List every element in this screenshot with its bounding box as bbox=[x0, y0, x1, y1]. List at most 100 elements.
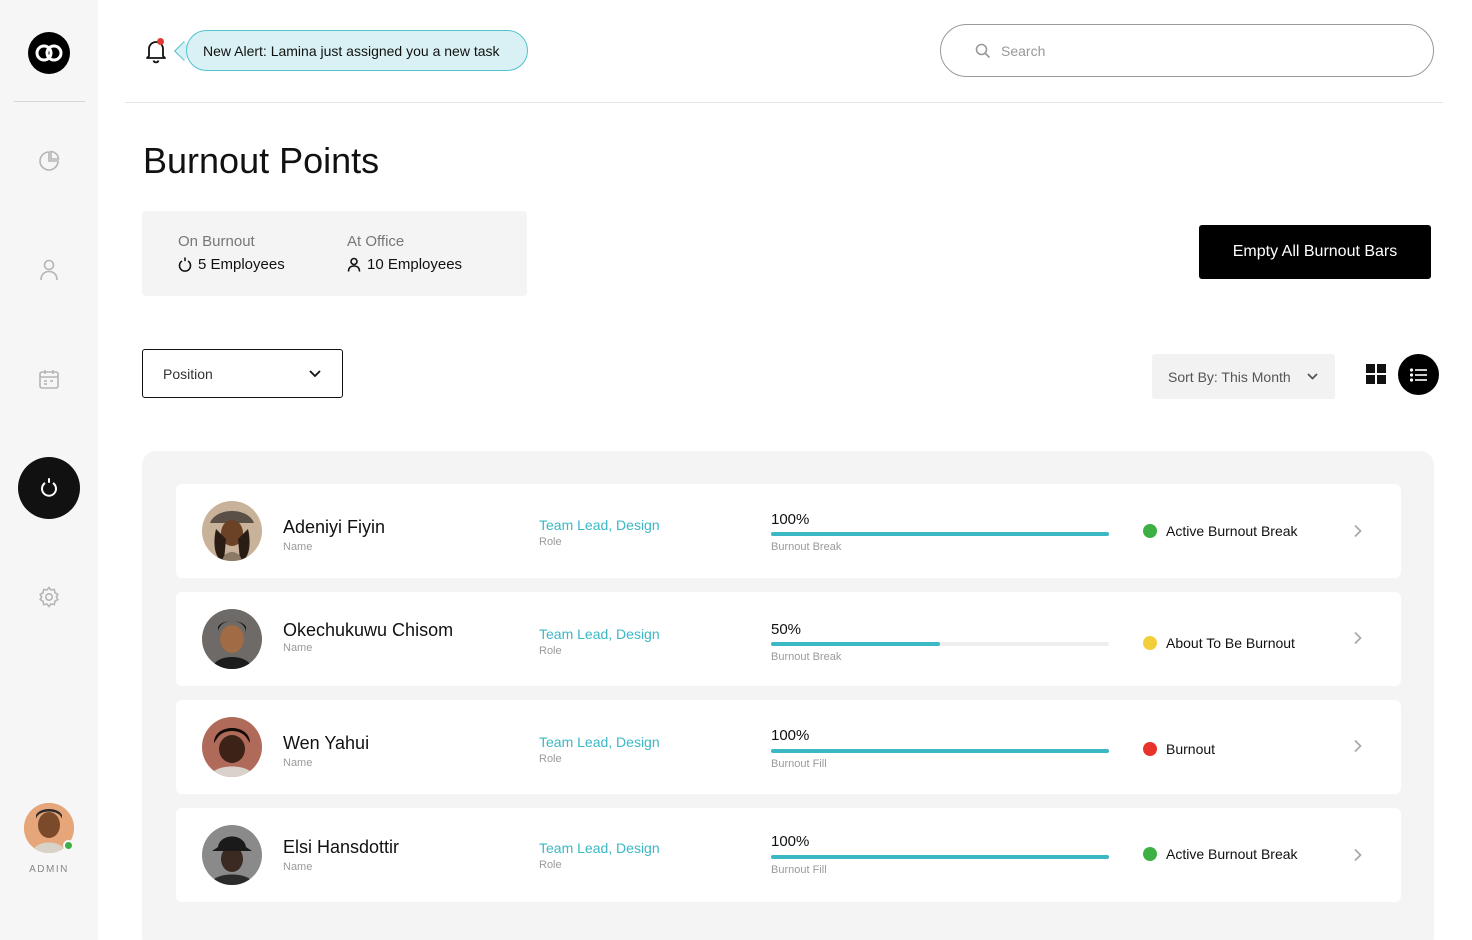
empty-all-burnout-bars-button[interactable]: Empty All Burnout Bars bbox=[1199, 225, 1431, 279]
stats-card: On Burnout 5 Employees At Office 10 Empl… bbox=[142, 211, 527, 296]
chevron-right-icon[interactable] bbox=[1351, 524, 1365, 538]
status-dot bbox=[1143, 636, 1157, 650]
stat-at-office-value-row: 10 Employees bbox=[347, 256, 462, 273]
analytics-icon bbox=[39, 150, 60, 171]
employee-role: Team Lead, Design bbox=[539, 517, 660, 533]
employee-status: Active Burnout Break bbox=[1143, 846, 1298, 862]
stat-on-burnout: On Burnout 5 Employees bbox=[178, 233, 285, 273]
employee-status: Burnout bbox=[1143, 741, 1215, 757]
employee-name: Elsi Hansdottir bbox=[283, 837, 400, 857]
stat-on-burnout-label: On Burnout bbox=[178, 233, 255, 250]
stat-on-burnout-value: 5 Employees bbox=[198, 256, 285, 273]
burnout-percent: 100% bbox=[771, 833, 810, 850]
employee-row[interactable]: Okechukuwu Chisom Name Team Lead, Design… bbox=[176, 592, 1401, 686]
employee-role: Team Lead, Design bbox=[539, 626, 660, 642]
list-view-icon bbox=[1409, 367, 1427, 382]
employee-role-caption: Role bbox=[539, 753, 562, 765]
alert-text: New Alert: Lamina just assigned you a ne… bbox=[203, 42, 500, 59]
stat-at-office: At Office 10 Employees bbox=[347, 233, 462, 273]
sidebar-item-burnout[interactable] bbox=[18, 457, 80, 519]
employee-photo bbox=[202, 825, 262, 885]
user-icon bbox=[347, 257, 361, 272]
burnout-percent: 100% bbox=[771, 511, 810, 528]
employee-name-caption: Name bbox=[283, 642, 313, 654]
employee-status: Active Burnout Break bbox=[1143, 523, 1298, 539]
chevron-right-icon[interactable] bbox=[1351, 848, 1365, 862]
sidebar-item-analytics[interactable] bbox=[18, 130, 80, 192]
sidebar: ADMIN bbox=[0, 0, 98, 940]
burnout-icon bbox=[178, 257, 192, 272]
chevron-right-icon[interactable] bbox=[1351, 739, 1365, 753]
burnout-icon bbox=[41, 478, 57, 497]
employee-avatar bbox=[202, 717, 262, 777]
stat-at-office-label: At Office bbox=[347, 233, 405, 250]
employee-photo bbox=[202, 609, 262, 669]
stat-at-office-value: 10 Employees bbox=[367, 256, 463, 273]
employee-avatar bbox=[202, 501, 262, 561]
chevron-down-icon bbox=[309, 370, 321, 378]
employee-role-caption: Role bbox=[539, 536, 562, 548]
chevron-down-icon bbox=[1307, 373, 1318, 380]
burnout-bar-caption: Burnout Break bbox=[771, 541, 842, 553]
sidebar-item-calendar[interactable] bbox=[18, 348, 80, 410]
sort-dropdown[interactable]: Sort By: This Month bbox=[1152, 354, 1335, 399]
burnout-bar-fill bbox=[771, 855, 1109, 859]
notification-badge bbox=[157, 38, 164, 45]
employee-photo bbox=[202, 501, 262, 561]
employee-avatar bbox=[202, 825, 262, 885]
employee-role: Team Lead, Design bbox=[539, 734, 660, 750]
employee-status: About To Be Burnout bbox=[1143, 635, 1295, 651]
position-dropdown[interactable]: Position bbox=[142, 349, 343, 398]
status-dot bbox=[1143, 524, 1157, 538]
search-input[interactable] bbox=[1001, 42, 1401, 59]
stat-on-burnout-value-row: 5 Employees bbox=[178, 256, 285, 273]
app-logo[interactable] bbox=[28, 32, 70, 74]
employee-role-caption: Role bbox=[539, 859, 562, 871]
online-status-dot bbox=[63, 840, 74, 851]
search-bar[interactable] bbox=[940, 24, 1434, 77]
employee-name: Okechukuwu Chisom bbox=[283, 620, 454, 640]
employee-photo bbox=[202, 717, 262, 777]
status-label: Active Burnout Break bbox=[1166, 846, 1298, 862]
burnout-bar-caption: Burnout Break bbox=[771, 651, 842, 663]
employee-list-panel: Adeniyi Fiyin Name Team Lead, Design Rol… bbox=[142, 451, 1434, 940]
page-title: Burnout Points bbox=[143, 140, 380, 181]
settings-icon bbox=[39, 586, 59, 608]
burnout-percent: 100% bbox=[771, 727, 810, 744]
admin-avatar[interactable] bbox=[24, 803, 74, 853]
burnout-bar bbox=[771, 642, 1109, 646]
user-icon bbox=[40, 259, 58, 281]
burnout-bar-fill bbox=[771, 532, 1109, 536]
employee-row[interactable]: Elsi Hansdottir Name Team Lead, Design R… bbox=[176, 808, 1401, 902]
burnout-bar-fill bbox=[771, 749, 1109, 753]
burnout-bar-caption: Burnout Fill bbox=[771, 864, 827, 876]
employee-name: Wen Yahui bbox=[283, 733, 370, 753]
burnout-percent: 50% bbox=[771, 621, 802, 638]
employee-role: Team Lead, Design bbox=[539, 840, 660, 856]
status-dot bbox=[1143, 742, 1157, 756]
header-divider bbox=[125, 102, 1443, 103]
position-dropdown-label: Position bbox=[163, 365, 213, 382]
sidebar-item-users[interactable] bbox=[18, 239, 80, 301]
status-label: Burnout bbox=[1166, 741, 1216, 757]
grid-view-icon[interactable] bbox=[1365, 363, 1387, 385]
sidebar-item-settings[interactable] bbox=[18, 566, 80, 628]
employee-name: Adeniyi Fiyin bbox=[283, 517, 386, 537]
burnout-bar bbox=[771, 855, 1109, 859]
employee-row[interactable]: Adeniyi Fiyin Name Team Lead, Design Rol… bbox=[176, 484, 1401, 578]
employee-name-caption: Name bbox=[283, 541, 313, 553]
burnout-bar bbox=[771, 749, 1109, 753]
employee-row[interactable]: Wen Yahui Name Team Lead, Design Role 10… bbox=[176, 700, 1401, 794]
status-dot bbox=[1143, 847, 1157, 861]
notification-bell-icon[interactable] bbox=[143, 38, 169, 64]
alert-bubble[interactable]: New Alert: Lamina just assigned you a ne… bbox=[186, 30, 528, 71]
sidebar-divider bbox=[14, 101, 85, 102]
calendar-icon bbox=[39, 370, 59, 389]
burnout-bar-caption: Burnout Fill bbox=[771, 758, 827, 770]
employee-name-caption: Name bbox=[283, 861, 313, 873]
logo-icon bbox=[35, 44, 63, 62]
chevron-right-icon[interactable] bbox=[1351, 631, 1365, 645]
sort-dropdown-label: Sort By: This Month bbox=[1168, 368, 1291, 385]
list-view-button[interactable] bbox=[1398, 354, 1439, 395]
search-icon bbox=[975, 43, 991, 58]
